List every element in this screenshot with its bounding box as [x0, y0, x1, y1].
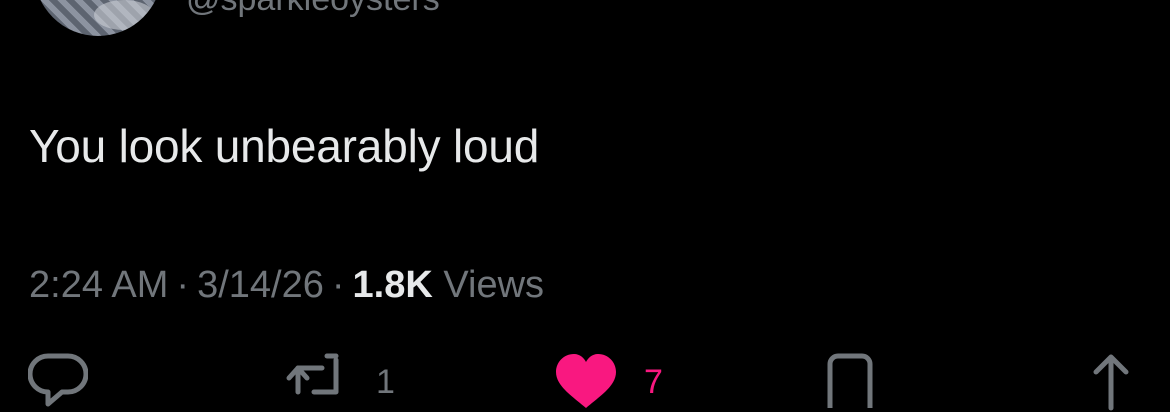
meta-separator: ·: [331, 264, 345, 306]
retweet-icon: [286, 353, 339, 395]
meta-separator: ·: [176, 264, 190, 306]
avatar-shading: [94, 0, 154, 30]
share-icon: [1093, 354, 1129, 411]
reply-icon: [28, 353, 88, 407]
tweet-text: You look unbearably loud: [29, 120, 540, 172]
tweet-meta: 2:24 AM · 3/14/26 · 1.8K Views: [29, 261, 544, 309]
user-handle[interactable]: @sparkleoysters: [186, 0, 440, 19]
like-button[interactable]: 7: [554, 352, 663, 412]
action-bar: 1 7: [0, 352, 1170, 412]
bookmark-icon: [827, 353, 873, 408]
tweet-time[interactable]: 2:24 AM: [29, 264, 168, 306]
views-label: Views: [443, 264, 545, 306]
retweet-button[interactable]: 1: [284, 352, 395, 412]
heart-icon: [556, 354, 616, 408]
share-button[interactable]: [1086, 352, 1136, 412]
bookmark-button[interactable]: [824, 352, 876, 412]
reply-button[interactable]: [28, 352, 88, 412]
tweet-date[interactable]: 3/14/26: [197, 264, 324, 306]
views-count: 1.8K: [352, 264, 433, 306]
like-count: 7: [644, 363, 663, 401]
avatar[interactable]: [34, 0, 162, 36]
retweet-count: 1: [376, 363, 395, 401]
